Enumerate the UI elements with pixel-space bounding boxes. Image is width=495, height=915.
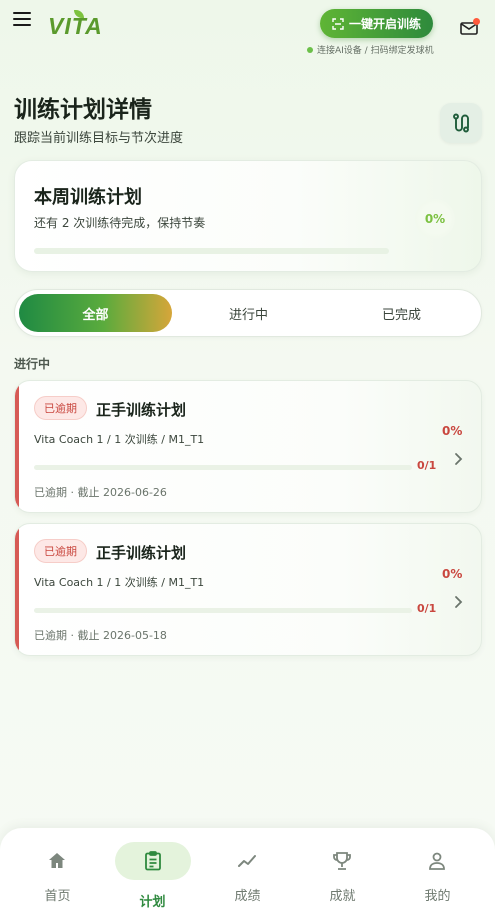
nav-label-plan: 计划 [139,895,166,910]
plan-count: 0/1 [417,459,437,472]
overdue-accent-bar [15,524,19,655]
weekly-plan-title: 本周训练计划 [34,187,142,208]
nav-label-scores: 成绩 [234,889,261,904]
weekly-progress-track [34,248,389,254]
vita-logo: VITA [48,10,114,40]
connect-hint-text: 连接AI设备 / 扫码绑定发球机 [317,46,434,56]
start-training-label: 一键开启训练 [348,17,421,31]
nav-item-scores[interactable]: 成绩 [200,828,295,915]
clipboard-icon [145,851,161,871]
route-switch-button[interactable] [440,103,482,143]
page-title: 训练计划详情 [14,97,152,123]
weekly-plan-description: 还有 2 次训练待完成，保持节奏 [34,216,206,230]
bottom-navigation: 首页 计划 成绩 成就 我的 [0,828,495,915]
route-icon [453,113,469,133]
tab-all[interactable]: 全部 [19,294,172,332]
chevron-right-icon [455,453,463,465]
plan-percent: 0% [442,567,463,581]
home-icon [49,853,65,868]
tab-in-progress[interactable]: 进行中 [172,294,325,332]
tab-completed[interactable]: 已完成 [325,294,478,332]
plan-name: 正手训练计划 [96,544,187,562]
connection-status-dot [307,46,313,53]
section-label: 进行中 [14,357,51,371]
overdue-tag: 已逾期 [34,539,87,563]
nav-item-plan[interactable]: 计划 [95,828,191,915]
plan-deadline: 已逾期 · 截止 2026-05-18 [34,629,167,642]
menu-icon[interactable] [13,12,31,26]
logo-text: VITA [48,13,103,39]
nav-item-profile[interactable]: 我的 [390,828,485,915]
plan-card[interactable]: 已逾期 正手训练计划 Vita Coach 1 / 1 次训练 / M1_T1 … [14,523,482,656]
weekly-progress-percent: 0% [415,199,455,239]
nav-label-home: 首页 [44,889,71,904]
filter-tabs: 全部 进行中 已完成 [14,289,482,337]
plan-card[interactable]: 已逾期 正手训练计划 Vita Coach 1 / 1 次训练 / M1_T1 … [14,380,482,513]
scan-icon [332,17,344,30]
nav-item-achievements[interactable]: 成就 [295,828,390,915]
connect-hint[interactable]: 连接AI设备 / 扫码绑定发球机 [307,43,434,56]
plan-coach-line: Vita Coach 1 / 1 次训练 / M1_T1 [34,576,205,589]
plan-count: 0/1 [417,602,437,615]
weekly-plan-card: 本周训练计划 还有 2 次训练待完成，保持节奏 0% [14,160,482,272]
plan-deadline: 已逾期 · 截止 2026-06-26 [34,486,167,499]
nav-item-home[interactable]: 首页 [10,828,105,915]
overdue-accent-bar [15,381,19,512]
nav-label-achievements: 成就 [329,889,356,904]
overdue-tag: 已逾期 [34,396,87,420]
user-icon [429,852,445,870]
plan-progress-track [34,465,412,470]
trend-chart-icon [238,855,256,867]
start-training-button[interactable]: 一键开启训练 [320,9,433,38]
chevron-right-icon [455,596,463,608]
nav-label-profile: 我的 [424,889,451,904]
page-subtitle: 跟踪当前训练目标与节次进度 [14,131,184,146]
top-bar: VITA 一键开启训练 连接AI设备 / 扫码绑定发球机 [0,0,495,70]
notification-badge [473,18,480,25]
plan-name: 正手训练计划 [96,401,187,419]
trophy-icon [333,852,351,870]
plan-progress-track [34,608,412,613]
plan-coach-line: Vita Coach 1 / 1 次训练 / M1_T1 [34,433,205,446]
plan-percent: 0% [442,424,463,438]
